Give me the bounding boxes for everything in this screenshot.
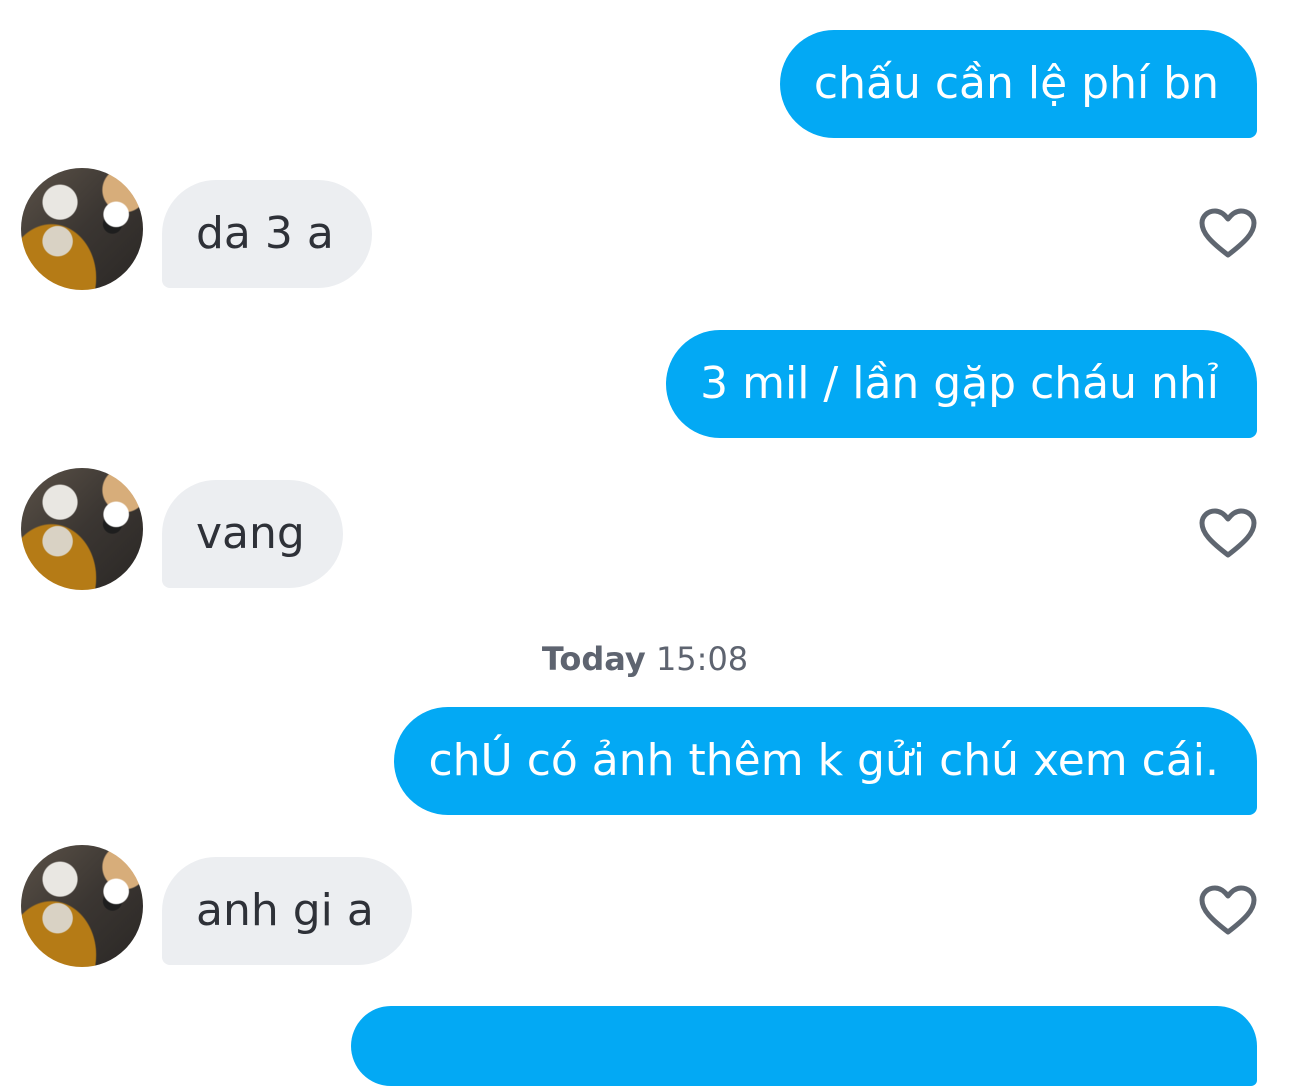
- timestamp-divider: Today 15:08: [0, 640, 1290, 678]
- sent-message-bubble[interactable]: 3 mil / lần gặp cháu nhỉ: [666, 330, 1257, 438]
- heart-outline-icon[interactable]: [1199, 885, 1257, 937]
- received-message-bubble[interactable]: anh gi a: [162, 857, 412, 965]
- sent-message-bubble[interactable]: chÚ có ảnh thêm k gửi chú xem cái.: [394, 707, 1257, 815]
- heart-outline-icon[interactable]: [1199, 208, 1257, 260]
- contact-avatar[interactable]: [21, 845, 143, 967]
- sent-message-bubble[interactable]: chấu cần lệ phí bn: [779, 30, 1257, 138]
- message-text: anh gi a: [196, 885, 374, 936]
- message-text: 3 mil / lần gặp cháu nhỉ: [700, 358, 1219, 409]
- received-message-bubble[interactable]: da 3 a: [162, 180, 372, 288]
- sent-message-bubble-partial[interactable]: [351, 1006, 1257, 1086]
- contact-avatar[interactable]: [21, 468, 143, 590]
- message-text: da 3 a: [196, 208, 334, 259]
- timestamp-day: Today: [541, 640, 646, 678]
- contact-avatar[interactable]: [21, 168, 143, 290]
- heart-outline-icon[interactable]: [1199, 508, 1257, 560]
- received-message-bubble[interactable]: vang: [162, 480, 343, 588]
- message-text: chấu cần lệ phí bn: [813, 58, 1219, 109]
- message-text: vang: [196, 508, 305, 559]
- timestamp-time: 15:08: [655, 640, 749, 678]
- message-text: chÚ có ảnh thêm k gửi chú xem cái.: [428, 735, 1219, 786]
